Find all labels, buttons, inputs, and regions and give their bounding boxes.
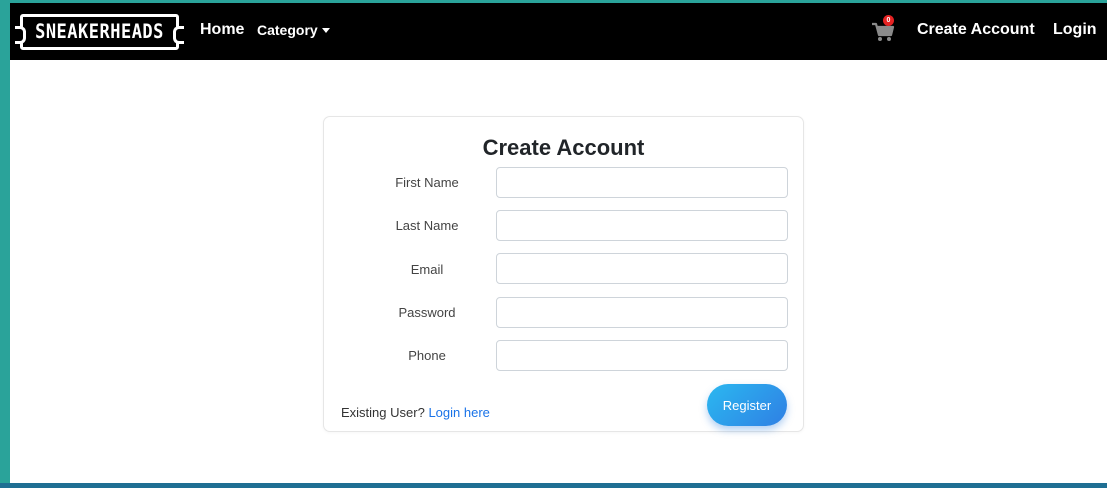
form-title: Create Account — [324, 135, 803, 161]
caret-down-icon — [321, 28, 330, 33]
email-field[interactable] — [496, 253, 788, 284]
nav-login-link[interactable]: Login — [1053, 21, 1097, 39]
cart-button[interactable]: 0 — [871, 15, 895, 43]
nav-create-account-link[interactable]: Create Account — [917, 21, 1035, 39]
brand-logo[interactable]: SNEAKERHEADS — [15, 14, 184, 50]
nav-home-link[interactable]: Home — [200, 21, 244, 39]
register-button[interactable]: Register — [707, 384, 787, 426]
login-here-link[interactable]: Login here — [428, 405, 489, 420]
brand-logo-text: SNEAKERHEADS — [35, 20, 164, 44]
create-account-card: Create Account First Name Last Name Emai… — [323, 116, 804, 432]
nav-category-label: Category — [257, 22, 318, 38]
last-name-label: Last Name — [395, 218, 459, 233]
nav-category-dropdown[interactable]: Category — [257, 22, 330, 38]
existing-user-label: Existing User? — [341, 405, 425, 420]
phone-label: Phone — [408, 348, 446, 363]
page-frame: SNEAKERHEADS Home Category 0 Create Acco… — [10, 3, 1107, 486]
navbar: SNEAKERHEADS Home Category 0 Create Acco… — [10, 3, 1107, 60]
phone-field[interactable] — [496, 340, 788, 371]
password-label: Password — [398, 305, 456, 320]
password-field[interactable] — [496, 297, 788, 328]
bottom-border — [0, 483, 1107, 488]
form-title-text: Create Account — [482, 135, 645, 160]
existing-user-text: Existing User? Login here — [341, 405, 490, 420]
email-label: Email — [410, 262, 444, 277]
first-name-label: First Name — [395, 175, 459, 190]
first-name-field[interactable] — [496, 167, 788, 198]
last-name-field[interactable] — [496, 210, 788, 241]
cart-count-badge: 0 — [883, 15, 894, 26]
